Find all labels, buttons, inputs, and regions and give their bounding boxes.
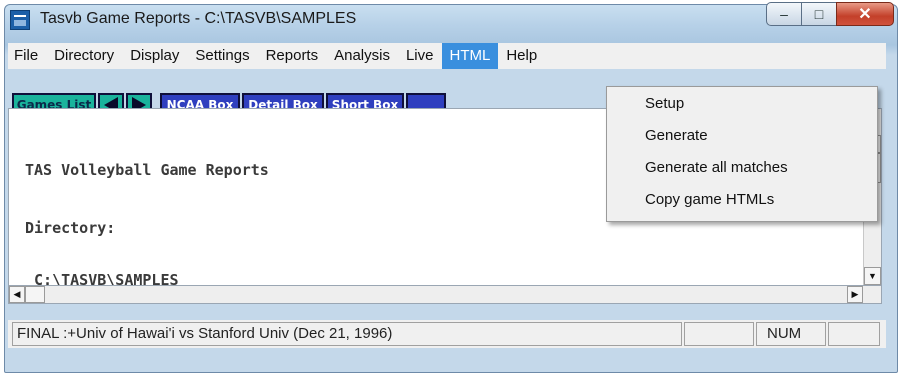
menu-settings[interactable]: Settings bbox=[187, 43, 257, 69]
scroll-right-button[interactable]: ▶ bbox=[847, 286, 863, 303]
num-lock-indicator: NUM bbox=[756, 322, 826, 346]
scroll-down-button[interactable]: ▼ bbox=[864, 267, 881, 285]
status-message: FINAL :+Univ of Hawai'i vs Stanford Univ… bbox=[12, 322, 682, 346]
directory-label: Directory: bbox=[25, 219, 116, 237]
menu-item-setup[interactable]: Setup bbox=[645, 95, 684, 112]
report-heading: TAS Volleyball Game Reports bbox=[25, 161, 269, 179]
menu-item-generate[interactable]: Generate bbox=[645, 127, 708, 144]
menu-reports[interactable]: Reports bbox=[258, 43, 327, 69]
menu-html[interactable]: HTML bbox=[441, 43, 499, 69]
menu-display[interactable]: Display bbox=[122, 43, 187, 69]
html-menu-dropdown: Setup Generate Generate all matches Copy… bbox=[606, 86, 878, 222]
menu-item-generate-all-matches[interactable]: Generate all matches bbox=[645, 159, 788, 176]
menu-file[interactable]: File bbox=[6, 43, 46, 69]
menu-analysis[interactable]: Analysis bbox=[326, 43, 398, 69]
menu-directory[interactable]: Directory bbox=[46, 43, 122, 69]
directory-path: C:\TASVB\SAMPLES bbox=[25, 271, 179, 286]
menu-item-copy-game-htmls[interactable]: Copy game HTMLs bbox=[645, 191, 774, 208]
close-button[interactable]: ✕ bbox=[836, 2, 894, 26]
status-pane-scroll bbox=[828, 322, 880, 346]
status-bar: FINAL :+Univ of Hawai'i vs Stanford Univ… bbox=[8, 320, 886, 348]
menu-help[interactable]: Help bbox=[498, 43, 545, 69]
caption-buttons: – □ ✕ bbox=[766, 2, 894, 28]
window-title: Tasvb Game Reports - C:\TASVB\SAMPLES bbox=[40, 10, 357, 27]
minimize-button[interactable]: – bbox=[766, 2, 802, 26]
menu-bar: File Directory Display Settings Reports … bbox=[8, 43, 886, 69]
app-icon[interactable] bbox=[10, 10, 30, 30]
scroll-left-button[interactable]: ◀ bbox=[9, 286, 25, 303]
hscroll-thumb[interactable] bbox=[25, 286, 45, 303]
menu-live[interactable]: Live bbox=[398, 43, 442, 69]
horizontal-scrollbar[interactable]: ◀ ▶ bbox=[8, 286, 882, 304]
status-pane-empty bbox=[684, 322, 754, 346]
maximize-button[interactable]: □ bbox=[801, 2, 837, 26]
